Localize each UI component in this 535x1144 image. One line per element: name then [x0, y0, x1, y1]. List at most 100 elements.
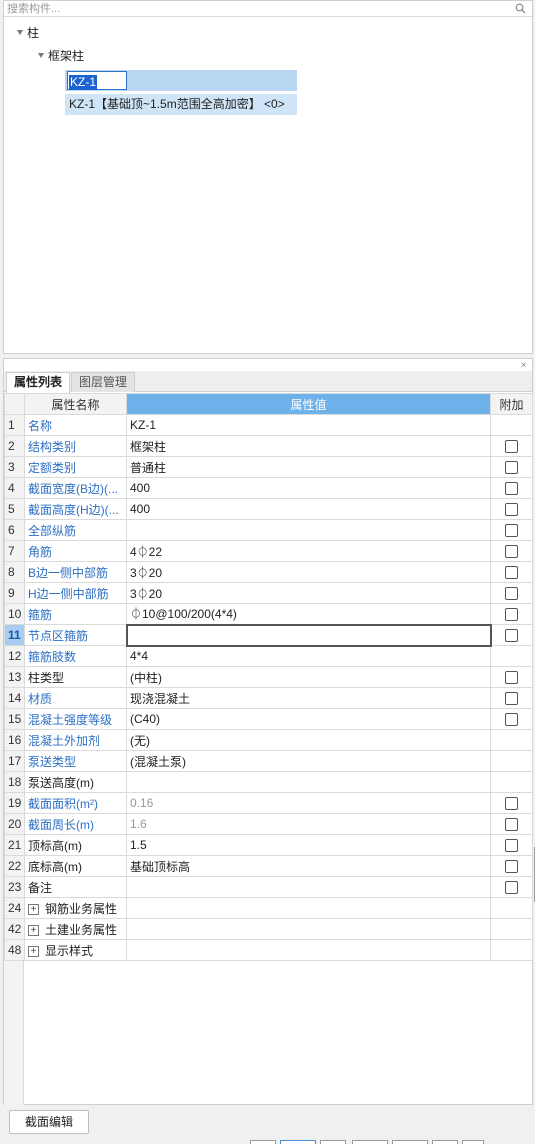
header-value[interactable]: 属性值 — [126, 393, 491, 415]
attach-checkbox[interactable] — [505, 797, 518, 811]
property-value[interactable]: 1.6 — [126, 813, 491, 835]
property-group[interactable]: + 显示样式 — [24, 939, 127, 961]
property-group[interactable]: + 土建业务属性 — [24, 918, 127, 940]
table-row[interactable]: 15 混凝土强度等级 (C40) — [4, 708, 533, 730]
property-value[interactable]: 现浇混凝土 — [126, 687, 491, 709]
attach-checkbox[interactable] — [505, 881, 518, 895]
table-row[interactable]: 14 材质 现浇混凝土 — [4, 687, 533, 709]
property-value[interactable]: (中柱) — [126, 666, 491, 688]
expand-plus-icon[interactable]: + — [28, 924, 39, 936]
tree-node-frame-column[interactable]: 框架柱 — [38, 46, 84, 66]
property-value[interactable]: 0.16 — [126, 792, 491, 814]
attach-checkbox[interactable] — [505, 692, 518, 706]
header-add[interactable]: 附加 — [490, 393, 533, 415]
table-row[interactable]: 23 备注 — [4, 876, 533, 898]
attach-checkbox[interactable] — [505, 587, 518, 601]
expand-plus-icon[interactable]: + — [28, 945, 39, 957]
attach-checkbox[interactable] — [505, 860, 518, 874]
toolbar-button[interactable] — [462, 1140, 484, 1144]
property-value[interactable]: KZ-1 — [126, 414, 491, 436]
attach-checkbox[interactable] — [505, 713, 518, 727]
property-value[interactable]: 400 — [126, 477, 491, 499]
header-name[interactable]: 属性名称 — [24, 393, 127, 415]
table-row[interactable]: 20 截面周长(m) 1.6 — [4, 813, 533, 835]
attach-checkbox[interactable] — [505, 482, 518, 496]
property-value[interactable] — [126, 876, 491, 898]
property-value[interactable]: 1.5 — [126, 834, 491, 856]
table-row[interactable]: 24 + 钢筋业务属性 — [4, 897, 533, 919]
table-row[interactable]: 22 底标高(m) 基础顶标高 — [4, 855, 533, 877]
row-number: 20 — [4, 813, 25, 835]
tab-layer-management[interactable]: 图层管理 — [71, 372, 136, 392]
property-group[interactable]: + 钢筋业务属性 — [24, 897, 127, 919]
property-value[interactable]: 400 — [126, 498, 491, 520]
attach-checkbox[interactable] — [505, 524, 518, 538]
property-value[interactable]: 3⏀20 — [126, 582, 491, 604]
table-row[interactable]: 10 箍筋 ⏀10@100/200(4*4) — [4, 603, 533, 625]
table-row[interactable]: 48 + 显示样式 — [4, 939, 533, 961]
tab-property-list[interactable]: 属性列表 — [6, 372, 71, 393]
attach-checkbox[interactable] — [505, 503, 518, 517]
property-value[interactable]: (混凝土泵) — [126, 750, 491, 772]
table-row[interactable]: 1 名称 KZ-1 — [4, 414, 533, 436]
property-value[interactable]: 3⏀20 — [126, 561, 491, 583]
property-value[interactable] — [126, 918, 491, 940]
table-row[interactable]: 12 箍筋肢数 4*4 — [4, 645, 533, 667]
property-value[interactable] — [126, 519, 491, 541]
table-row[interactable]: 5 截面高度(H边)(... 400 — [4, 498, 533, 520]
tree-item-kz1[interactable]: KZ-1 — [65, 70, 297, 91]
table-row[interactable]: 6 全部纵筋 — [4, 519, 533, 541]
table-row[interactable]: 2 结构类别 框架柱 — [4, 435, 533, 457]
property-value[interactable]: 普通柱 — [126, 456, 491, 478]
attach-checkbox[interactable] — [505, 629, 519, 643]
toolbar-button[interactable] — [320, 1140, 346, 1144]
attach-checkbox[interactable] — [505, 671, 518, 685]
tree-item-kz1-dense[interactable]: KZ-1【基础顶~1.5m范围全高加密】 <0> — [65, 94, 297, 115]
attach-checkbox[interactable] — [505, 839, 518, 853]
property-value[interactable]: (无) — [126, 729, 491, 751]
attach-checkbox[interactable] — [505, 545, 518, 559]
property-value[interactable] — [126, 771, 491, 793]
table-row[interactable]: 8 B边一侧中部筋 3⏀20 — [4, 561, 533, 583]
section-edit-button[interactable]: 截面编辑 — [9, 1110, 89, 1134]
toolbar-button[interactable] — [392, 1140, 428, 1144]
table-row[interactable]: 16 混凝土外加剂 (无) — [4, 729, 533, 751]
attach-checkbox[interactable] — [505, 608, 518, 622]
toolbar-button[interactable] — [280, 1140, 316, 1144]
toolbar-button[interactable] — [432, 1140, 458, 1144]
property-value[interactable]: 框架柱 — [126, 435, 491, 457]
attach-checkbox[interactable] — [505, 461, 518, 475]
toolbar-button[interactable] — [352, 1140, 388, 1144]
table-row[interactable]: 19 截面面积(m²) 0.16 — [4, 792, 533, 814]
search-icon[interactable] — [515, 3, 526, 14]
close-icon[interactable]: × — [519, 361, 528, 371]
attach-checkbox[interactable] — [505, 566, 518, 580]
tree-node-column[interactable]: 柱 — [17, 23, 39, 43]
property-value[interactable]: 4*4 — [126, 645, 491, 667]
property-value[interactable]: 4⏀22 — [126, 540, 491, 562]
expand-arrow-icon[interactable] — [38, 53, 44, 59]
table-row[interactable]: 13 柱类型 (中柱) — [4, 666, 533, 688]
search-input[interactable] — [7, 1, 507, 16]
table-row[interactable]: 18 泵送高度(m) — [4, 771, 533, 793]
property-value[interactable]: 基础顶标高 — [126, 855, 491, 877]
toolbar-button[interactable] — [250, 1140, 276, 1144]
table-row[interactable]: 21 顶标高(m) 1.5 — [4, 834, 533, 856]
property-value-editor[interactable] — [125, 623, 492, 647]
property-value[interactable] — [126, 897, 491, 919]
expand-plus-icon[interactable]: + — [28, 903, 39, 915]
attach-checkbox[interactable] — [505, 818, 518, 832]
table-row[interactable]: 17 泵送类型 (混凝土泵) — [4, 750, 533, 772]
property-value[interactable] — [126, 939, 491, 961]
table-row[interactable]: 11 节点区箍筋 — [4, 623, 533, 647]
property-value[interactable]: (C40) — [126, 708, 491, 730]
table-row[interactable]: 9 H边一侧中部筋 3⏀20 — [4, 582, 533, 604]
attach-checkbox[interactable] — [505, 440, 518, 454]
rename-input[interactable]: KZ-1 — [67, 71, 127, 90]
table-row[interactable]: 4 截面宽度(B边)(... 400 — [4, 477, 533, 499]
table-row[interactable]: 42 + 土建业务属性 — [4, 918, 533, 940]
table-row[interactable]: 7 角筋 4⏀22 — [4, 540, 533, 562]
expand-arrow-icon[interactable] — [17, 30, 23, 36]
property-value[interactable]: ⏀10@100/200(4*4) — [126, 603, 491, 625]
table-row[interactable]: 3 定额类别 普通柱 — [4, 456, 533, 478]
